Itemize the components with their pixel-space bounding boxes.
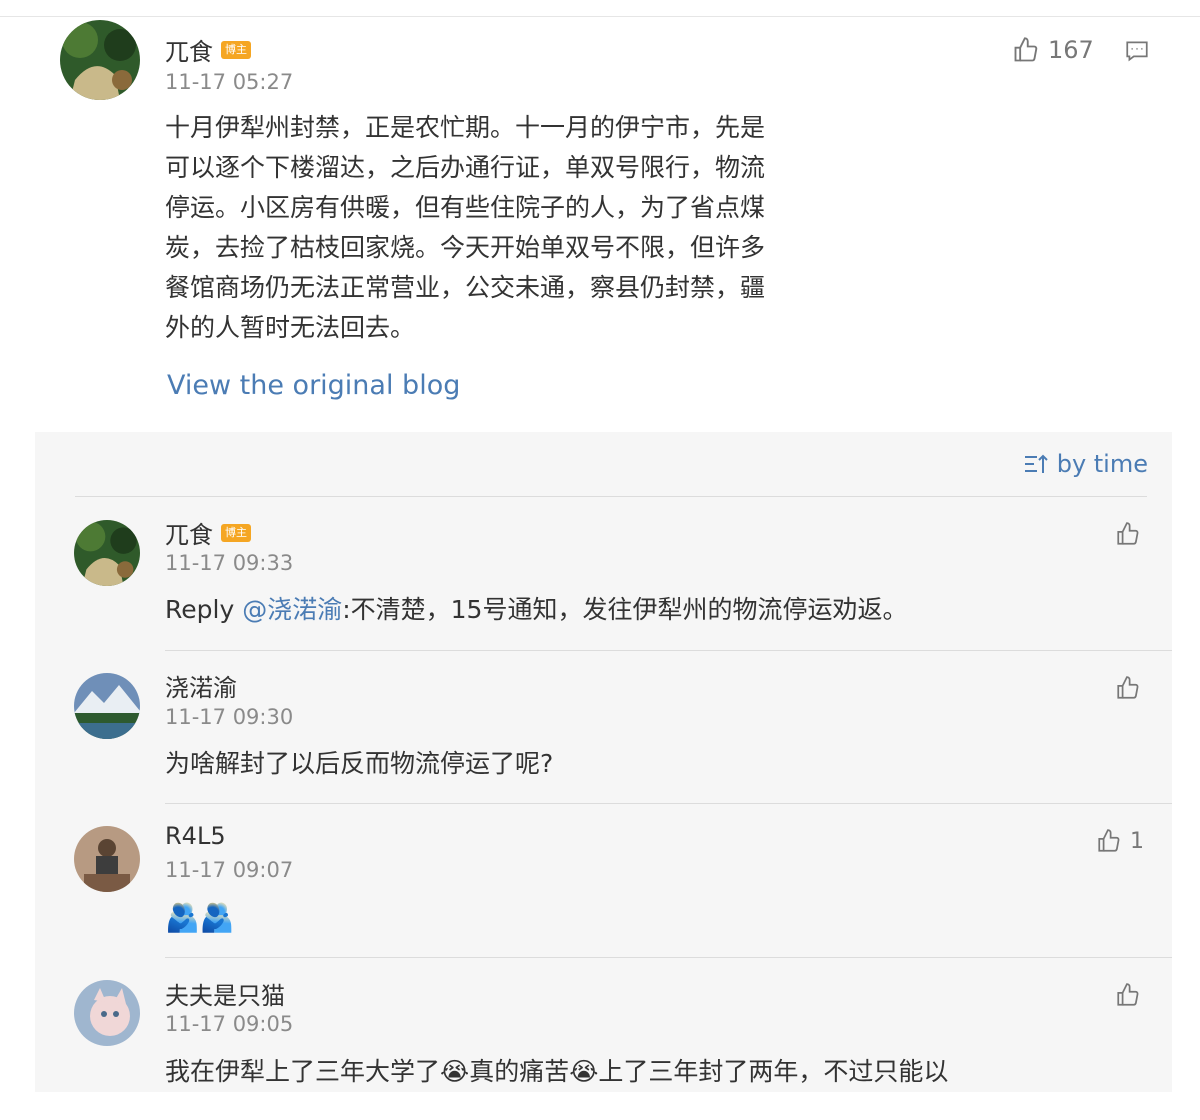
comment-like-count: 1 (1130, 828, 1144, 854)
thumbs-up-icon (1117, 676, 1139, 699)
post-line: 炭，去捡了枯枝回家烧。今天开始单双号不限，但许多 (165, 233, 766, 262)
post-like-button[interactable]: 167 (1012, 36, 1094, 64)
comment-text: 🫂🫂 (165, 901, 235, 934)
comment-like-button[interactable] (1115, 675, 1141, 701)
commenter-avatar[interactable] (74, 826, 140, 892)
thumbs-up-icon (1117, 522, 1139, 545)
thumbs-up-icon (1014, 37, 1038, 62)
view-original-blog-link[interactable]: View the original blog (167, 370, 460, 401)
blogger-badge: 博主 (221, 41, 251, 59)
comment-text: 为啥解封了以后反而物流停运了呢? (165, 749, 554, 778)
post-line: 十月伊犁州封禁，正是农忙期。十一月的伊宁市，先是 (165, 113, 766, 142)
commenter-avatar[interactable] (74, 980, 140, 1046)
reply-prefix: Reply (165, 595, 243, 624)
blogger-badge: 博主 (221, 524, 251, 542)
post-line: 餐馆商场仍无法正常营业，公交未通，察县仍封禁，疆 (165, 273, 766, 302)
comment-body: :不清楚，15号通知，发往伊犁州的物流停运劝返。 (342, 595, 908, 624)
comment-text: Reply @浇渃渝:不清楚，15号通知，发往伊犁州的物流停运劝返。 (165, 590, 907, 630)
thumbs-up-icon (1098, 829, 1120, 852)
commenter-name[interactable]: 兀食 博主 (165, 515, 251, 550)
post-like-count: 167 (1048, 36, 1094, 64)
post-body: 十月伊犁州封禁，正是农忙期。十一月的伊宁市，先是 可以逐个下楼溜达，之后办通行证… (165, 108, 865, 348)
post-time: 11-17 05:27 (165, 70, 294, 94)
author-name-text[interactable]: 兀食 (165, 38, 213, 66)
mention-link[interactable]: @浇渃渝 (242, 595, 342, 624)
comment-divider (165, 803, 1172, 804)
bottom-cutoff (0, 1092, 1200, 1120)
sort-divider (75, 496, 1147, 497)
sort-by-time-button[interactable]: by time (1023, 450, 1148, 478)
comment-time: 11-17 09:07 (165, 858, 294, 882)
comment-time: 11-17 09:33 (165, 551, 294, 575)
commenter-avatar[interactable] (74, 673, 140, 739)
sort-icon (1024, 454, 1048, 473)
author-avatar[interactable] (60, 20, 140, 100)
comment-time: 11-17 09:30 (165, 705, 294, 729)
comment-like-button[interactable] (1115, 521, 1141, 547)
commenter-name[interactable]: 夫夫是只猫 (165, 976, 285, 1011)
comment-time: 11-17 09:05 (165, 1012, 294, 1036)
post-line: 停运。小区房有供暖，但有些住院子的人，为了省点煤 (165, 193, 766, 222)
commenter-avatar[interactable] (74, 520, 140, 586)
comment-divider (165, 650, 1172, 651)
comment-icon[interactable] (1124, 38, 1150, 68)
comment-like-button[interactable]: 1 (1096, 828, 1144, 854)
post-line: 可以逐个下楼溜达，之后办通行证，单双号限行，物流 (165, 153, 766, 182)
comment-like-button[interactable] (1115, 982, 1141, 1008)
comment-text: 我在伊犁上了三年大学了😭真的痛苦😭上了三年封了两年，不过只能以 (165, 1057, 949, 1086)
comment-divider (165, 957, 1172, 958)
top-edge (0, 0, 1200, 17)
commenter-name[interactable]: R4L5 (165, 822, 226, 850)
author-name[interactable]: 兀食 博主 (165, 32, 251, 67)
commenter-name-text[interactable]: 兀食 (165, 521, 213, 549)
commenter-name[interactable]: 浇渃渝 (165, 668, 237, 703)
post-line: 外的人暂时无法回去。 (165, 313, 416, 342)
sort-label: by time (1056, 450, 1148, 478)
thumbs-up-icon (1117, 983, 1139, 1006)
